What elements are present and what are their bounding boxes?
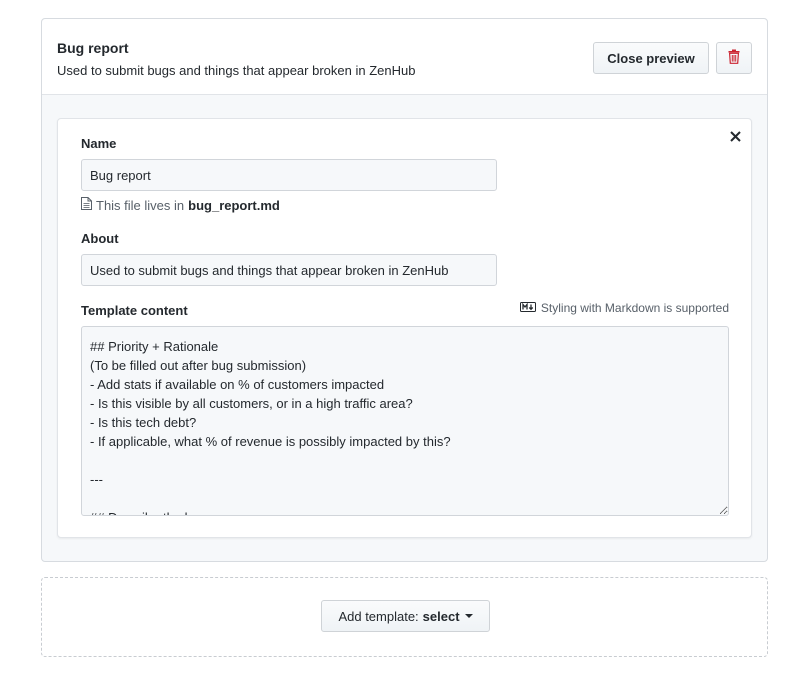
file-location-prefix: This file lives in — [96, 197, 185, 213]
markdown-support-text: Styling with Markdown is supported — [540, 301, 729, 315]
template-content-label: Template content — [81, 303, 188, 318]
trash-icon — [728, 49, 740, 67]
file-location-note: This file lives in bug_report.md — [81, 197, 280, 213]
about-label: About — [81, 231, 119, 246]
file-icon — [81, 197, 92, 213]
delete-template-button[interactable] — [716, 42, 752, 74]
template-content-textarea[interactable]: ## Priority + Rationale (To be filled ou… — [81, 326, 729, 516]
add-template-selected: select — [422, 608, 460, 624]
file-name: bug_report.md — [188, 197, 280, 213]
close-icon[interactable] — [726, 127, 744, 145]
about-input[interactable] — [81, 254, 497, 286]
add-template-label: Add template: — [338, 608, 419, 624]
add-template-select-button[interactable]: Add template: select — [321, 600, 490, 632]
template-title: Bug report — [57, 40, 129, 56]
template-editor-panel: Bug report Used to submit bugs and thing… — [41, 18, 768, 562]
template-form-card: Name This file lives in bug_report.md Ab… — [57, 118, 752, 538]
caret-down-icon — [464, 614, 473, 618]
template-description: Used to submit bugs and things that appe… — [57, 63, 416, 78]
add-template-area: Add template: select — [41, 577, 768, 657]
close-preview-button[interactable]: Close preview — [593, 42, 709, 74]
template-header: Bug report Used to submit bugs and thing… — [42, 19, 767, 95]
markdown-support-note[interactable]: Styling with Markdown is supported — [519, 301, 729, 315]
name-label: Name — [81, 136, 117, 151]
markdown-icon — [519, 301, 536, 315]
name-input[interactable] — [81, 159, 497, 191]
